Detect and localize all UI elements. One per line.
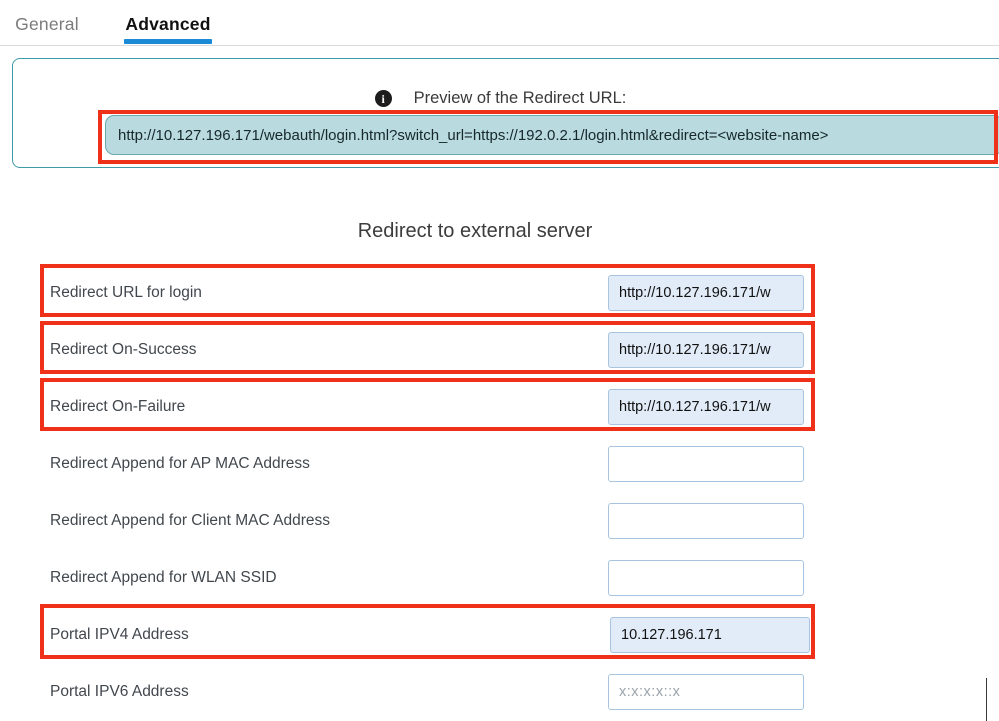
tab-general[interactable]: General: [4, 0, 90, 46]
input-redirect-url-login[interactable]: http://10.127.196.171/w: [608, 274, 804, 311]
input-portal-ipv4[interactable]: 10.127.196.171: [610, 616, 810, 653]
form-row-append-client-mac: Redirect Append for Client MAC Address: [0, 492, 999, 549]
form-row-portal-ipv4: Portal IPV4 Address 10.127.196.171: [0, 606, 999, 663]
label-append-ap-mac: Redirect Append for AP MAC Address: [50, 454, 310, 472]
input-append-ap-mac[interactable]: [608, 445, 804, 482]
redirect-url-preview-panel: i Preview of the Redirect URL: http://10…: [12, 58, 999, 168]
input-redirect-on-success[interactable]: http://10.127.196.171/w: [608, 331, 804, 368]
label-redirect-url-login: Redirect URL for login: [50, 283, 202, 301]
tab-general-label: General: [15, 14, 79, 34]
label-append-client-mac: Redirect Append for Client MAC Address: [50, 511, 330, 529]
form-row-append-ap-mac: Redirect Append for AP MAC Address: [0, 435, 999, 492]
input-portal-ipv6-placeholder: x:x:x:x::x: [619, 683, 681, 700]
section-title: Redirect to external server: [357, 220, 593, 242]
info-icon: i: [374, 90, 392, 107]
form-row-portal-ipv6: Portal IPV6 Address x:x:x:x::x: [0, 663, 999, 720]
input-redirect-on-failure[interactable]: http://10.127.196.171/w: [608, 388, 804, 425]
preview-header: i Preview of the Redirect URL:: [13, 89, 988, 108]
label-redirect-on-failure: Redirect On-Failure: [50, 397, 186, 415]
input-portal-ipv6[interactable]: x:x:x:x::x: [608, 673, 804, 710]
redirect-settings-form: Redirect URL for login http://10.127.196…: [0, 264, 999, 720]
tab-advanced-label: Advanced: [125, 14, 211, 34]
label-portal-ipv4: Portal IPV4 Address: [50, 625, 189, 643]
form-row-redirect-url-login: Redirect URL for login http://10.127.196…: [0, 264, 999, 321]
input-append-client-mac[interactable]: [608, 502, 804, 539]
panel-edge-rule: [986, 678, 987, 721]
form-row-redirect-on-success: Redirect On-Success http://10.127.196.17…: [0, 321, 999, 378]
label-portal-ipv6: Portal IPV6 Address: [50, 682, 189, 700]
form-row-append-wlan-ssid: Redirect Append for WLAN SSID: [0, 549, 999, 606]
label-redirect-on-success: Redirect On-Success: [50, 340, 197, 358]
label-append-wlan-ssid: Redirect Append for WLAN SSID: [50, 568, 277, 586]
tab-active-indicator: [124, 39, 212, 44]
tab-bar: General Advanced: [0, 0, 999, 46]
form-row-redirect-on-failure: Redirect On-Failure http://10.127.196.17…: [0, 378, 999, 435]
settings-page: General Advanced i Preview of the Redire…: [0, 0, 999, 721]
preview-url-value[interactable]: http://10.127.196.171/webauth/login.html…: [105, 115, 999, 155]
input-append-wlan-ssid[interactable]: [608, 559, 804, 596]
preview-title: Preview of the Redirect URL:: [413, 89, 627, 107]
